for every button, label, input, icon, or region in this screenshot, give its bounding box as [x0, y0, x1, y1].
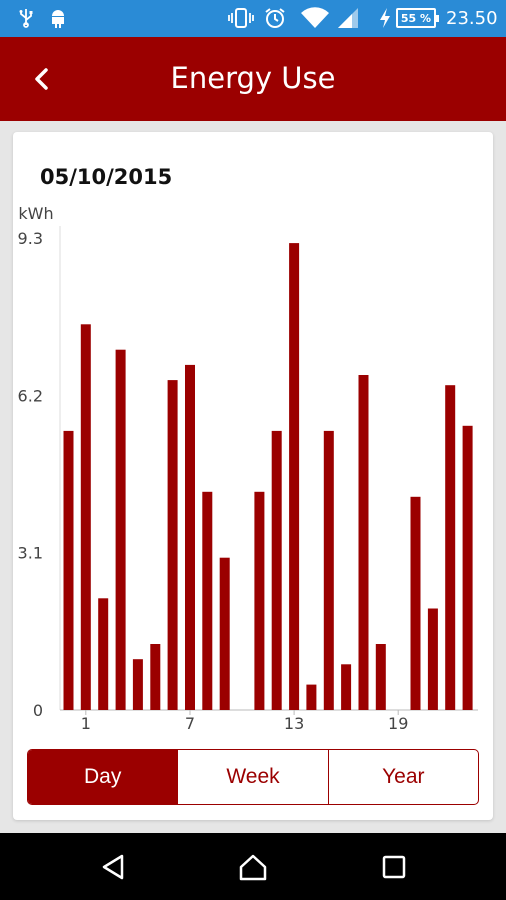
- bar-18: [375, 644, 386, 710]
- year-tab[interactable]: Year: [327, 750, 478, 804]
- bar-21: [427, 608, 438, 710]
- nav-home-button[interactable]: [233, 851, 273, 883]
- bar-11: [254, 491, 265, 710]
- energy-chart: kWh 9.3 6.2 3.1 0 1 7 13 19: [18, 204, 478, 733]
- bar-6: [167, 380, 178, 710]
- bar-22: [445, 385, 456, 710]
- period-selector: Day Week Year: [27, 749, 479, 805]
- nav-recents-icon: [382, 855, 406, 879]
- x-tick-label: 13: [284, 714, 304, 733]
- bar-0: [63, 430, 74, 710]
- bar-14: [306, 684, 317, 710]
- bar-7: [185, 364, 195, 710]
- nav-back-button[interactable]: [93, 851, 133, 883]
- y-tick-label: 3.1: [18, 544, 43, 563]
- bar-16: [341, 664, 352, 710]
- bar-2: [98, 598, 109, 710]
- bar-4: [132, 659, 143, 710]
- bars-group: [63, 243, 473, 710]
- bar-5: [150, 644, 161, 710]
- bar-1: [80, 324, 91, 710]
- bar-9: [219, 557, 230, 710]
- bar-20: [410, 496, 421, 710]
- nav-recents-button[interactable]: [374, 851, 414, 883]
- x-tick-label: 19: [388, 714, 408, 733]
- bar-3: [115, 349, 126, 710]
- navigation-bar: [0, 833, 506, 900]
- bar-12: [271, 430, 282, 710]
- y-tick-label: 0: [33, 701, 43, 720]
- bar-17: [358, 375, 369, 710]
- week-tab[interactable]: Week: [177, 750, 327, 804]
- y-tick-label: 6.2: [18, 386, 43, 405]
- nav-home-icon: [239, 854, 267, 881]
- y-tick-label: 9.3: [18, 229, 43, 248]
- bar-15: [323, 430, 334, 710]
- y-axis-unit: kWh: [18, 204, 53, 223]
- x-tick-label: 1: [81, 714, 91, 733]
- nav-back-icon: [102, 854, 124, 880]
- bar-8: [202, 491, 213, 710]
- x-tick-label: 7: [185, 714, 195, 733]
- x-ticks-group: 1 7 13 19: [81, 710, 408, 733]
- bar-13: [289, 243, 300, 710]
- bar-23: [462, 425, 473, 710]
- y-ticks-group: 9.3 6.2 3.1 0: [18, 229, 43, 720]
- day-tab[interactable]: Day: [28, 750, 178, 804]
